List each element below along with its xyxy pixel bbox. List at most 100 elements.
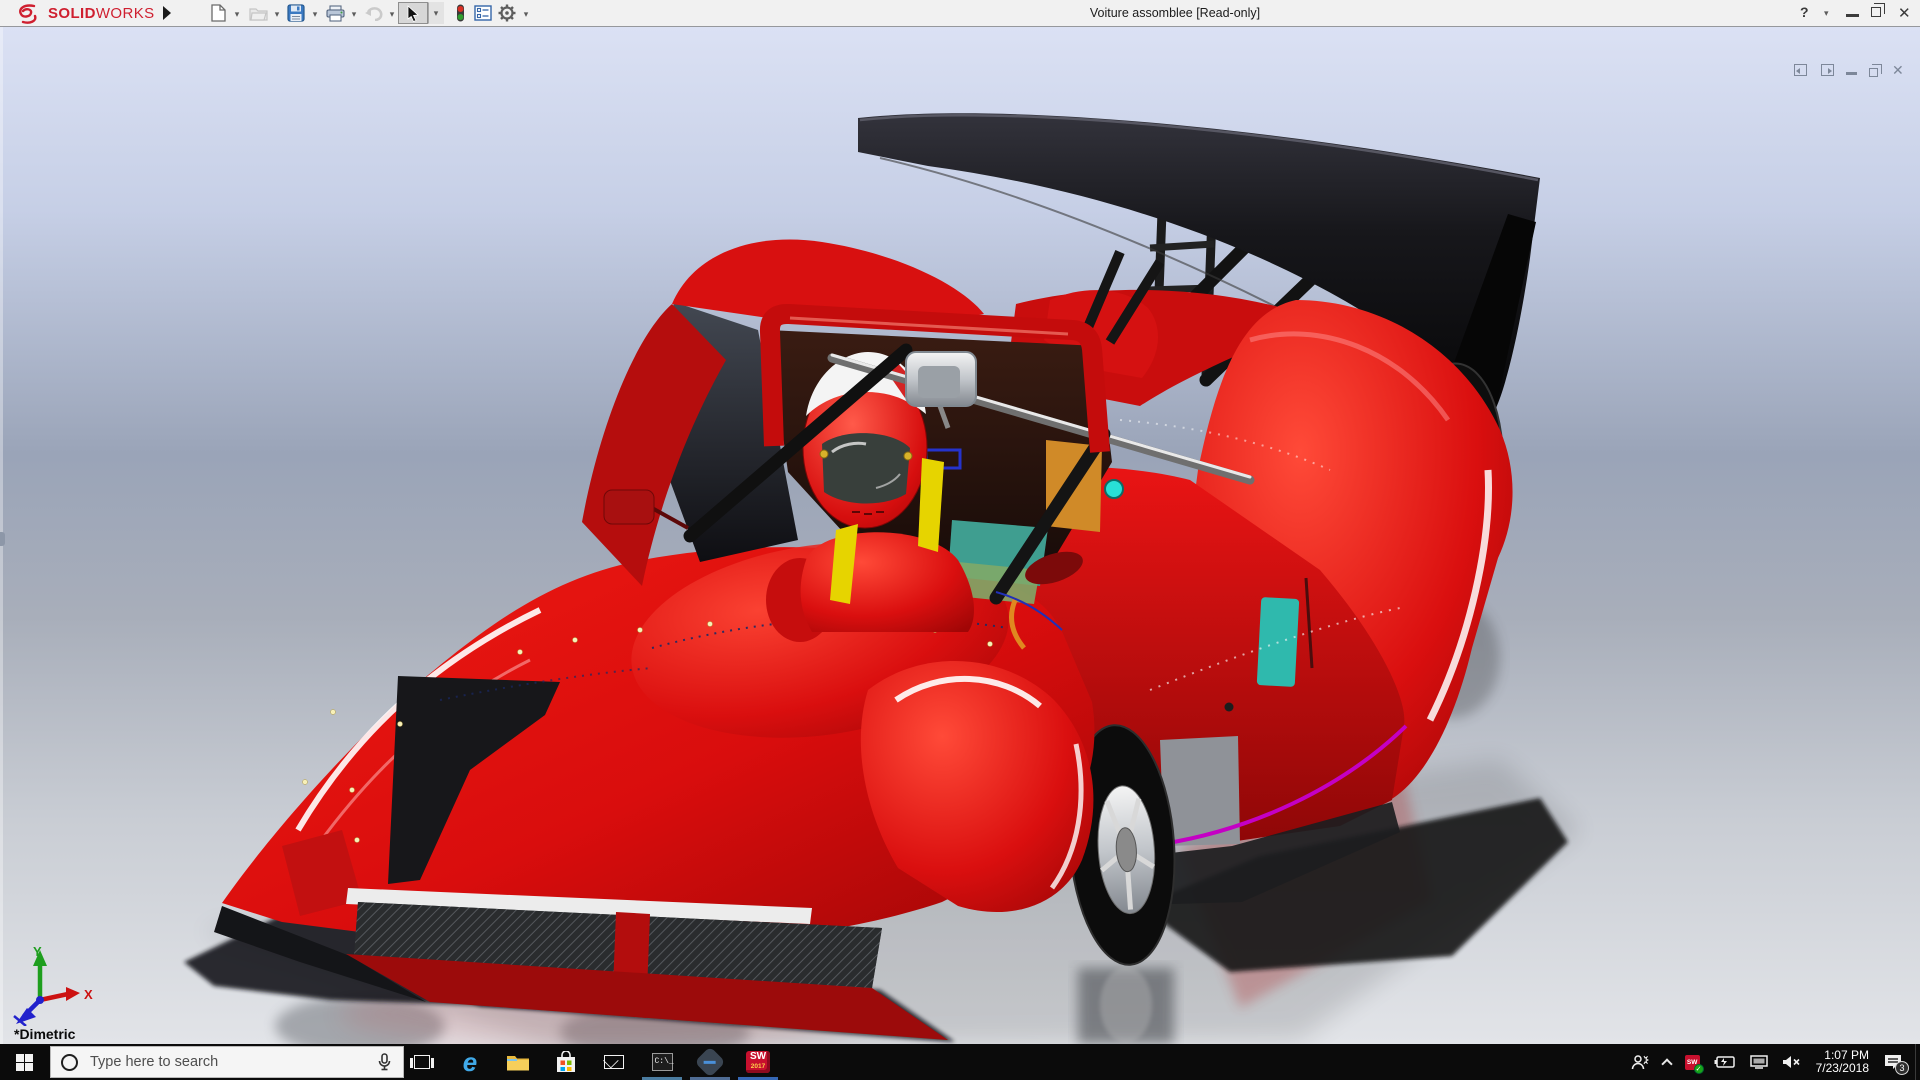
- select-cursor-icon: [406, 5, 420, 22]
- undo-arrow-icon: [364, 6, 383, 21]
- doc-minimize-icon: [1846, 72, 1857, 75]
- mail-icon: [604, 1055, 624, 1069]
- minimize-button[interactable]: [1846, 14, 1859, 17]
- people-icon: [1631, 1054, 1649, 1070]
- open-dropdown[interactable]: ▾: [271, 9, 283, 20]
- taskbar-app-command-prompt[interactable]: C:\_: [638, 1044, 686, 1080]
- print-button[interactable]: [322, 2, 348, 24]
- open-folder-icon: [249, 5, 268, 21]
- taskbar-app-store[interactable]: [542, 1044, 590, 1080]
- windows-logo-icon: [16, 1054, 33, 1071]
- axis-x-label: X: [84, 987, 93, 1002]
- select-button[interactable]: [398, 2, 428, 24]
- solidworks-logo-mark-icon: [14, 3, 44, 25]
- brand-bold: SOLID: [48, 5, 96, 22]
- help-dropdown[interactable]: ▾: [1824, 8, 1829, 19]
- taskbar-search-box[interactable]: [50, 1046, 404, 1078]
- pane-right-button[interactable]: [1821, 64, 1834, 76]
- doc-minimize-button[interactable]: [1846, 72, 1857, 75]
- people-button[interactable]: [1631, 1054, 1649, 1070]
- microphone-icon[interactable]: [378, 1053, 391, 1071]
- check-icon: ✓: [1694, 1064, 1704, 1074]
- command-prompt-icon: C:\_: [652, 1053, 673, 1071]
- traffic-light-icon: [456, 4, 465, 22]
- pane-right-icon: [1821, 64, 1834, 76]
- solidworks-logo[interactable]: SOLIDWORKS: [14, 3, 155, 24]
- x-axis-arrow: [66, 987, 80, 1001]
- pane-left-button[interactable]: [1794, 64, 1807, 76]
- options-dropdown[interactable]: ▾: [520, 9, 532, 20]
- right-mirror-glass: [918, 366, 960, 398]
- taskbar-app-file-explorer[interactable]: [494, 1044, 542, 1080]
- title-bar: SOLIDWORKS ▾ ▾ ▾ ▾: [0, 0, 1920, 27]
- solidworks-2017-icon: SW2017: [746, 1051, 770, 1073]
- model-canvas[interactable]: [0, 27, 1920, 1044]
- dev-tool-icon: [694, 1046, 725, 1077]
- new-document-icon: [211, 4, 226, 22]
- sw-tray-icon: SW ✓: [1685, 1055, 1700, 1070]
- rebuild-traffic-light-button[interactable]: [451, 2, 469, 24]
- notification-badge: 3: [1895, 1061, 1909, 1075]
- pane-left-icon: [1794, 64, 1807, 76]
- menu-expand-arrow-icon[interactable]: [163, 6, 171, 20]
- action-center-button[interactable]: 3: [1884, 1054, 1902, 1070]
- undo-dropdown[interactable]: ▾: [386, 9, 398, 20]
- taskbar-app-solidworks[interactable]: SW2017: [734, 1044, 782, 1080]
- clock-date: 7/23/2018: [1816, 1062, 1869, 1076]
- network-button[interactable]: [1750, 1055, 1768, 1069]
- speaker-muted-icon: [1782, 1055, 1801, 1069]
- brand-light: WORKS: [96, 5, 155, 22]
- file-properties-button[interactable]: [470, 2, 496, 24]
- taskbar-app-edge[interactable]: e: [446, 1044, 494, 1080]
- battery-icon: [1714, 1056, 1736, 1068]
- solidworks-wordmark: SOLIDWORKS: [48, 5, 155, 22]
- orientation-triad[interactable]: Y X: [0, 940, 110, 1026]
- task-view-button[interactable]: [398, 1044, 446, 1080]
- taskbar-clock[interactable]: 1:07 PM 7/23/2018: [1816, 1049, 1869, 1076]
- new-document-dropdown[interactable]: ▾: [231, 9, 243, 20]
- select-dropdown[interactable]: ▾: [428, 2, 444, 24]
- doc-close-button[interactable]: ✕: [1892, 64, 1904, 76]
- panel-splitter-handle[interactable]: [0, 532, 5, 546]
- taskbar: e C:\_ SW2017: [0, 1044, 1920, 1080]
- sw-label: SW: [750, 1051, 766, 1062]
- options-button[interactable]: [494, 2, 520, 24]
- caret-icon: ▾: [430, 8, 442, 19]
- power-battery-button[interactable]: [1714, 1056, 1736, 1068]
- start-button[interactable]: [0, 1044, 48, 1080]
- print-icon: [326, 5, 345, 22]
- chevron-up-icon: [1661, 1058, 1672, 1069]
- edge-icon: e: [463, 1050, 477, 1074]
- tray-overflow-button[interactable]: [1663, 1057, 1671, 1068]
- print-dropdown[interactable]: ▾: [348, 9, 360, 20]
- undo-button[interactable]: [360, 2, 386, 24]
- help-button[interactable]: ?: [1800, 4, 1809, 20]
- open-button[interactable]: [245, 2, 271, 24]
- sw-year-label: 2017: [746, 1063, 770, 1070]
- left-mirror: [604, 490, 654, 524]
- graphics-viewport[interactable]: ✕ Y X *Dimetric: [0, 27, 1920, 1044]
- cortana-icon: [61, 1054, 78, 1071]
- gear-icon: [498, 4, 516, 22]
- save-button[interactable]: [283, 2, 309, 24]
- save-floppy-icon: [287, 4, 305, 22]
- search-input[interactable]: [90, 1054, 378, 1070]
- solidworks-monitor-tray-button[interactable]: SW ✓: [1685, 1055, 1700, 1070]
- save-dropdown[interactable]: ▾: [309, 9, 321, 20]
- system-tray: SW ✓ 1:07 PM: [1624, 1044, 1920, 1080]
- network-monitor-icon: [1750, 1055, 1768, 1069]
- volume-button[interactable]: [1782, 1055, 1801, 1069]
- store-icon: [556, 1051, 576, 1073]
- restore-button[interactable]: [1871, 7, 1881, 17]
- taskbar-app-mail[interactable]: [590, 1044, 638, 1080]
- taskbar-app-dev-tool[interactable]: [686, 1044, 734, 1080]
- file-properties-icon: [474, 5, 492, 21]
- close-button[interactable]: ✕: [1898, 4, 1911, 22]
- task-view-icon: [414, 1055, 430, 1069]
- window-title: Voiture assomblee [Read-only]: [1090, 6, 1260, 20]
- doc-restore-icon: [1869, 68, 1878, 77]
- doc-restore-button[interactable]: [1869, 68, 1878, 77]
- show-desktop-button[interactable]: [1915, 1044, 1920, 1080]
- new-document-button[interactable]: [205, 2, 231, 24]
- file-explorer-icon: [506, 1053, 530, 1072]
